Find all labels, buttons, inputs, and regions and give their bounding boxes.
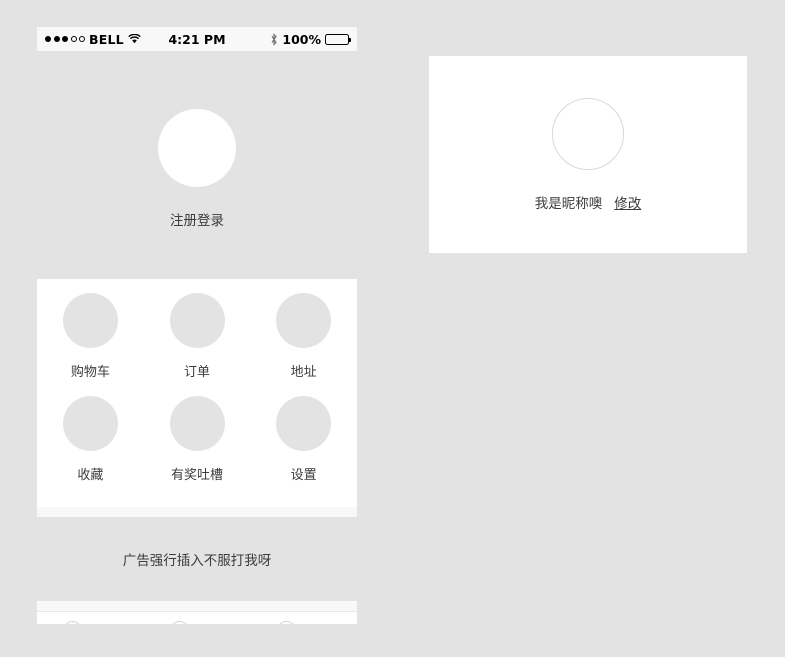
signal-strength-icon [45, 36, 85, 42]
home-icon [63, 621, 83, 624]
tab-home[interactable]: 首页 [37, 621, 144, 624]
category-icon [170, 621, 189, 624]
status-bar-left: BELL [45, 32, 149, 47]
tab-category[interactable]: 分类 [144, 621, 251, 624]
favorites-icon [62, 396, 118, 451]
register-login-label[interactable]: 注册登录 [170, 209, 224, 229]
signal-dot-filled [62, 36, 68, 42]
tab-label: 分类 [198, 621, 224, 624]
section-divider [37, 601, 357, 611]
ad-banner[interactable]: 广告强行插入不服打我呀 [37, 517, 357, 601]
settings-icon [276, 396, 332, 451]
grid-item-address[interactable]: 地址 [250, 293, 357, 396]
grid-item-label: 有奖吐槽 [171, 468, 224, 483]
battery-full-icon [325, 33, 351, 45]
tab-bar: 首页 分类 我的 [37, 611, 357, 624]
orders-icon [169, 293, 225, 348]
status-bar: BELL 4:21 PM 100% [37, 27, 357, 51]
address-icon [276, 293, 332, 348]
grid-item-label: 设置 [290, 468, 317, 483]
tab-label: 首页 [91, 621, 117, 624]
avatar-placeholder[interactable] [158, 109, 236, 187]
grid-item-label: 购物车 [70, 365, 110, 380]
grid-item-label: 收藏 [77, 468, 104, 483]
signal-dot-filled [45, 36, 51, 42]
profile-header: 注册登录 [37, 51, 357, 279]
grid-item-settings[interactable]: 设置 [250, 396, 357, 499]
battery-percent-label: 100% [282, 31, 321, 47]
grid-item-favorites[interactable]: 收藏 [37, 396, 144, 499]
phone-mockup: BELL 4:21 PM 100% 注册登录 购物车 订单 地址 收藏 有奖吐槽… [37, 27, 357, 624]
carrier-label: BELL [89, 31, 124, 47]
ad-banner-text: 广告强行插入不服打我呀 [122, 553, 272, 569]
tab-mine[interactable]: 我的 [250, 621, 357, 624]
profile-detail-panel: 我是昵称噢 修改 [429, 56, 747, 253]
feedback-reward-icon [169, 396, 225, 451]
grid-row: 购物车 订单 地址 [37, 293, 357, 396]
status-bar-right: 100% [245, 31, 351, 47]
signal-dot-empty [79, 36, 85, 42]
bluetooth-icon [270, 32, 278, 46]
edit-nickname-link[interactable]: 修改 [614, 192, 641, 212]
grid-item-feedback-reward[interactable]: 有奖吐槽 [144, 396, 251, 499]
nickname-label: 我是昵称噢 [534, 195, 603, 212]
grid-item-label: 地址 [290, 365, 317, 380]
grid-item-shopping-cart[interactable]: 购物车 [37, 293, 144, 396]
signal-dot-empty [70, 36, 77, 42]
section-divider [37, 507, 357, 517]
grid-menu: 购物车 订单 地址 收藏 有奖吐槽 设置 [37, 279, 357, 507]
nickname-row: 我是昵称噢 修改 [535, 192, 642, 212]
shopping-cart-icon [62, 293, 118, 348]
mine-icon [276, 621, 296, 624]
tab-label-active: 我的 [305, 621, 331, 624]
avatar-outline-placeholder[interactable] [552, 97, 624, 170]
status-bar-time: 4:21 PM [168, 31, 226, 47]
wifi-icon [128, 34, 141, 44]
grid-row: 收藏 有奖吐槽 设置 [37, 396, 357, 499]
signal-dot-filled [53, 36, 60, 42]
grid-item-orders[interactable]: 订单 [144, 293, 251, 396]
grid-item-label: 订单 [184, 365, 211, 380]
